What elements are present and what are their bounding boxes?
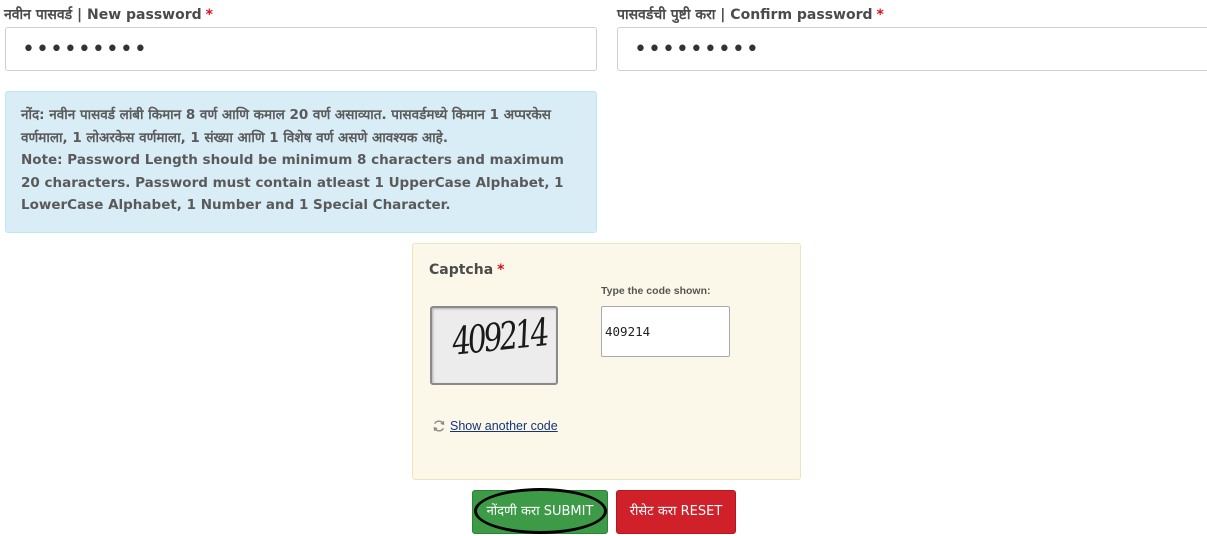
submit-button[interactable]: नोंदणी करा SUBMIT bbox=[472, 490, 608, 534]
captcha-label-text: Captcha bbox=[429, 262, 494, 278]
captcha-panel: Captcha* 409214 Type the code shown: Sho… bbox=[412, 243, 801, 480]
required-asterisk: * bbox=[876, 7, 884, 23]
captcha-image-text: 409214 bbox=[450, 310, 549, 364]
type-code-label: Type the code shown: bbox=[601, 285, 711, 297]
new-password-label: नवीन पासवर्ड | New password * bbox=[4, 5, 213, 24]
required-asterisk: * bbox=[205, 7, 213, 23]
new-password-label-text: नवीन पासवर्ड | New password bbox=[4, 7, 202, 23]
captcha-input[interactable] bbox=[601, 306, 730, 357]
captcha-image: 409214 bbox=[430, 306, 558, 385]
note-english-text: Note: Password Length should be minimum … bbox=[21, 152, 564, 213]
captcha-label: Captcha * bbox=[429, 262, 504, 278]
confirm-password-label: पासवर्डची पुष्टी करा | Confirm password * bbox=[617, 5, 884, 24]
reset-button[interactable]: रीसेट करा RESET bbox=[616, 490, 736, 534]
new-password-input[interactable] bbox=[5, 27, 597, 71]
note-marathi-text: नोंद: नवीन पासवर्ड लांबी किमान 8 वर्ण आण… bbox=[21, 107, 551, 146]
show-another-code-text[interactable]: Show another code bbox=[450, 419, 558, 433]
confirm-password-label-text: पासवर्डची पुष्टी करा | Confirm password bbox=[617, 7, 873, 23]
required-asterisk: * bbox=[497, 262, 505, 278]
confirm-password-input[interactable] bbox=[617, 27, 1207, 71]
password-rules-note: नोंद: नवीन पासवर्ड लांबी किमान 8 वर्ण आण… bbox=[5, 91, 597, 233]
show-another-code-link[interactable]: Show another code bbox=[432, 419, 558, 433]
refresh-icon bbox=[432, 419, 446, 433]
